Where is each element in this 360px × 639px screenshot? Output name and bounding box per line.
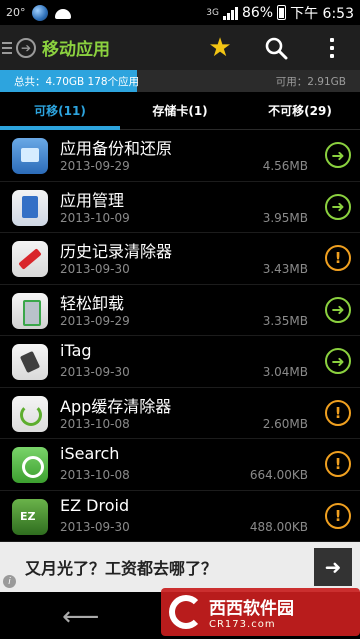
list-item[interactable]: 应用备份和还原 2013-09-29 4.56MB ➜	[0, 130, 360, 182]
clock: 下午 6:53	[290, 5, 354, 22]
app-size: 3.95MB	[262, 210, 308, 225]
app-name: iSearch	[60, 444, 120, 463]
action-bar: ➔ 移动应用 ★	[0, 25, 360, 70]
favorite-button[interactable]: ★	[192, 25, 248, 70]
list-item[interactable]: 轻松卸载 2013-09-29 3.35MB ➜	[0, 285, 360, 336]
info-icon[interactable]: i	[3, 575, 16, 588]
watermark-logo: 西西软件园 CR173.com	[161, 588, 360, 636]
app-name: 应用管理	[60, 190, 125, 210]
app-date: 2013-10-08	[60, 416, 130, 431]
search-icon	[265, 37, 288, 59]
list-item[interactable]: iSearch 2013-10-08 664.00KB !	[0, 439, 360, 491]
overflow-icon	[330, 37, 334, 58]
app-size: 488.00KB	[249, 519, 308, 534]
list-item[interactable]: App缓存清除器 2013-10-08 2.60MB !	[0, 388, 360, 439]
app-size: 3.04MB	[262, 365, 308, 379]
status-bar: 20° 3G 86% 下午 6:53	[0, 0, 360, 25]
move-arrow-icon[interactable]: ➜	[325, 193, 351, 220]
menu-icon[interactable]	[2, 41, 12, 54]
app-name: 轻松卸载	[60, 293, 125, 313]
app-date: 2013-10-08	[60, 468, 130, 482]
temperature-indicator: 20°	[6, 6, 26, 19]
app-manager-icon	[12, 189, 48, 226]
uninstaller-icon	[12, 292, 48, 329]
watermark-title: 西西软件园	[209, 599, 294, 619]
app-icon[interactable]: ➔	[16, 37, 36, 58]
battery-icon	[277, 5, 287, 20]
tab-bar: 可移(11) 存储卡(1) 不可移(29)	[0, 92, 360, 130]
star-icon: ★	[208, 32, 232, 63]
list-item[interactable]: 历史记录清除器 2013-09-30 3.43MB !	[0, 233, 360, 285]
app-name: iTag	[60, 341, 92, 360]
app-date: 2013-09-30	[60, 365, 130, 379]
storage-bar: 总共：4.70GB 178个应用 可用：2.91GB	[0, 70, 360, 92]
signal-icon	[222, 6, 238, 20]
app-size: 2.60MB	[262, 416, 308, 431]
app-date: 2013-10-09	[60, 210, 130, 225]
app-date: 2013-09-30	[60, 519, 130, 534]
list-item[interactable]: iTag 2013-09-30 3.04MB ➜	[0, 336, 360, 388]
app-date: 2013-09-29	[60, 313, 130, 328]
history-cleaner-icon	[12, 241, 48, 277]
page-title: 移动应用	[42, 40, 110, 60]
logo-c-icon	[169, 595, 203, 629]
tab-sd-card[interactable]: 存储卡(1)	[120, 92, 240, 129]
warning-icon[interactable]: !	[325, 451, 351, 477]
app-name: 历史记录清除器	[60, 242, 173, 261]
move-arrow-icon[interactable]: ➜	[325, 142, 351, 168]
list-item[interactable]: EZ Droid 2013-09-30 488.00KB !	[0, 491, 360, 542]
move-arrow-icon[interactable]: ➜	[325, 348, 351, 374]
tab-not-movable[interactable]: 不可移(29)	[240, 92, 360, 129]
network-type: 3G	[206, 7, 219, 18]
globe-icon	[31, 4, 48, 21]
app-name: App缓存清除器	[60, 396, 172, 416]
battery-percent: 86%	[241, 4, 274, 21]
app-size: 3.35MB	[262, 313, 308, 328]
back-icon[interactable]: ⟵	[62, 604, 99, 630]
list-item[interactable]: 应用管理 2013-10-09 3.95MB ➜	[0, 182, 360, 233]
app-backup-icon	[12, 138, 48, 174]
warning-icon[interactable]: !	[325, 245, 351, 271]
overflow-menu-button[interactable]	[304, 25, 360, 70]
app-name: EZ Droid	[60, 495, 130, 515]
ez-droid-icon	[12, 498, 48, 535]
app-size: 664.00KB	[249, 468, 308, 482]
android-icon	[54, 7, 72, 19]
isearch-icon	[12, 447, 48, 483]
storage-total-label: 总共：4.70GB 178个应用	[14, 76, 140, 88]
ad-banner[interactable]: i 又月光了？工资都去哪了？ ➜	[0, 542, 360, 592]
warning-icon[interactable]: !	[325, 502, 351, 529]
app-size: 4.56MB	[262, 159, 308, 173]
cache-cleaner-icon	[12, 395, 48, 432]
app-size: 3.43MB	[262, 262, 308, 276]
ad-text: 又月光了？工资都去哪了？	[25, 559, 218, 578]
app-date: 2013-09-29	[60, 159, 130, 173]
ad-arrow-button[interactable]: ➜	[314, 548, 352, 586]
app-name: 应用备份和还原	[60, 139, 173, 158]
search-button[interactable]	[248, 25, 304, 70]
watermark-url: CR173.com	[209, 619, 276, 630]
app-list: 应用备份和还原 2013-09-29 4.56MB ➜ 应用管理 2013-10…	[0, 130, 360, 542]
move-arrow-icon[interactable]: ➜	[325, 296, 351, 323]
itag-icon	[12, 344, 48, 380]
storage-free-label: 可用：2.91GB	[275, 76, 346, 88]
tab-movable[interactable]: 可移(11)	[0, 92, 120, 130]
warning-icon[interactable]: !	[325, 399, 351, 426]
app-date: 2013-09-30	[60, 262, 130, 276]
